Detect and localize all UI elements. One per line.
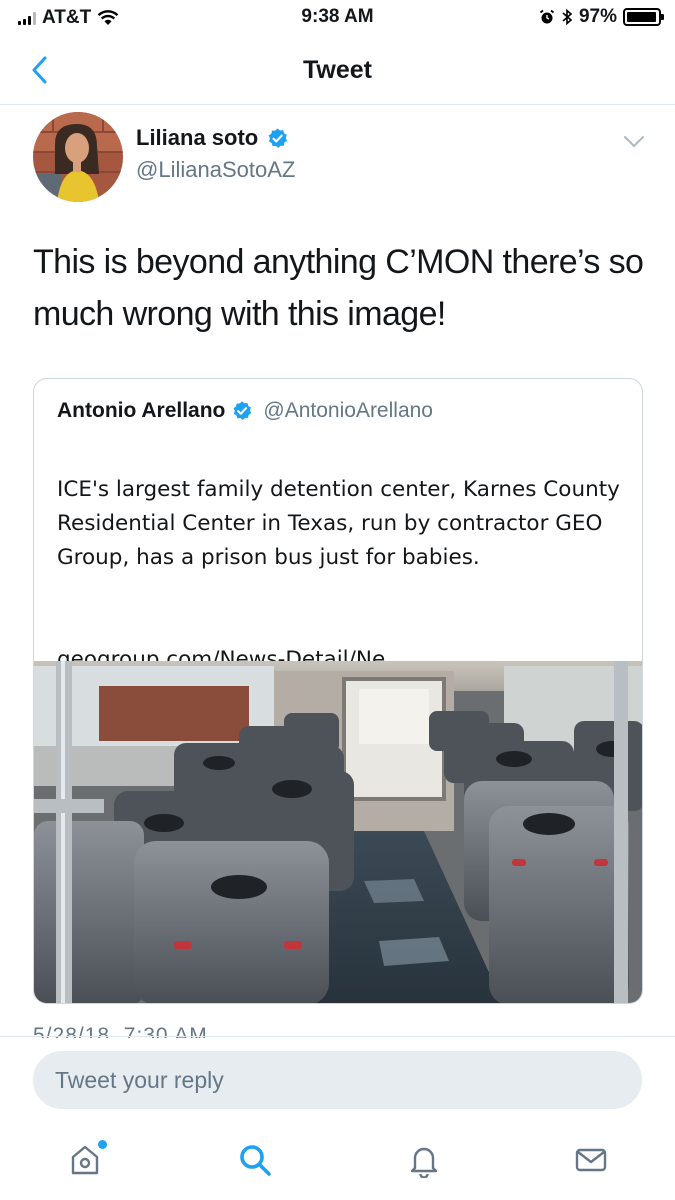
quoted-tweet-body: ICE's largest family detention center, K… xyxy=(57,477,620,570)
author-name-row: Liliana soto xyxy=(136,125,289,151)
tab-home[interactable] xyxy=(63,1138,107,1182)
author-name[interactable]: Liliana soto xyxy=(136,125,258,151)
tab-bar xyxy=(0,1124,675,1200)
quoted-author-row: Antonio Arellano @AntonioArellano xyxy=(57,399,433,423)
battery-level xyxy=(627,12,657,22)
home-icon xyxy=(71,1145,99,1175)
tweet-text: This is beyond anything C’MON there’s so… xyxy=(33,243,644,333)
bus-interior-photo[interactable] xyxy=(34,661,643,1004)
battery-percent: 97% xyxy=(578,6,617,27)
tab-messages[interactable] xyxy=(569,1138,613,1182)
bluetooth-icon xyxy=(562,8,573,26)
tab-notifications[interactable] xyxy=(402,1138,446,1182)
status-right: 97% xyxy=(539,6,664,28)
quoted-tweet-card[interactable]: Antonio Arellano @AntonioArellano ICE's … xyxy=(33,378,643,1004)
quoted-tweet-text: ICE's largest family detention center, K… xyxy=(57,439,627,677)
notification-dot xyxy=(98,1140,107,1149)
mail-icon xyxy=(575,1148,607,1172)
verified-badge-icon xyxy=(268,127,288,148)
quoted-author-name: Antonio Arellano xyxy=(57,399,226,422)
author-handle[interactable]: @LilianaSotoAZ xyxy=(136,157,295,183)
page-title: Tweet xyxy=(303,56,372,84)
tab-search[interactable] xyxy=(233,1138,277,1182)
bell-icon xyxy=(410,1147,438,1178)
avatar[interactable] xyxy=(33,112,123,202)
quoted-author-handle: @AntonioArellano xyxy=(263,399,433,422)
chevron-down-icon[interactable] xyxy=(622,132,646,152)
reply-input[interactable] xyxy=(33,1051,642,1109)
search-icon xyxy=(240,1145,271,1176)
nav-header: Tweet xyxy=(0,36,675,105)
verified-badge-icon xyxy=(233,401,252,420)
reply-bar xyxy=(0,1036,675,1124)
alarm-icon xyxy=(539,9,555,24)
battery-icon xyxy=(623,8,664,26)
status-bar: AT&T 9:38 AM 97% xyxy=(0,0,675,36)
